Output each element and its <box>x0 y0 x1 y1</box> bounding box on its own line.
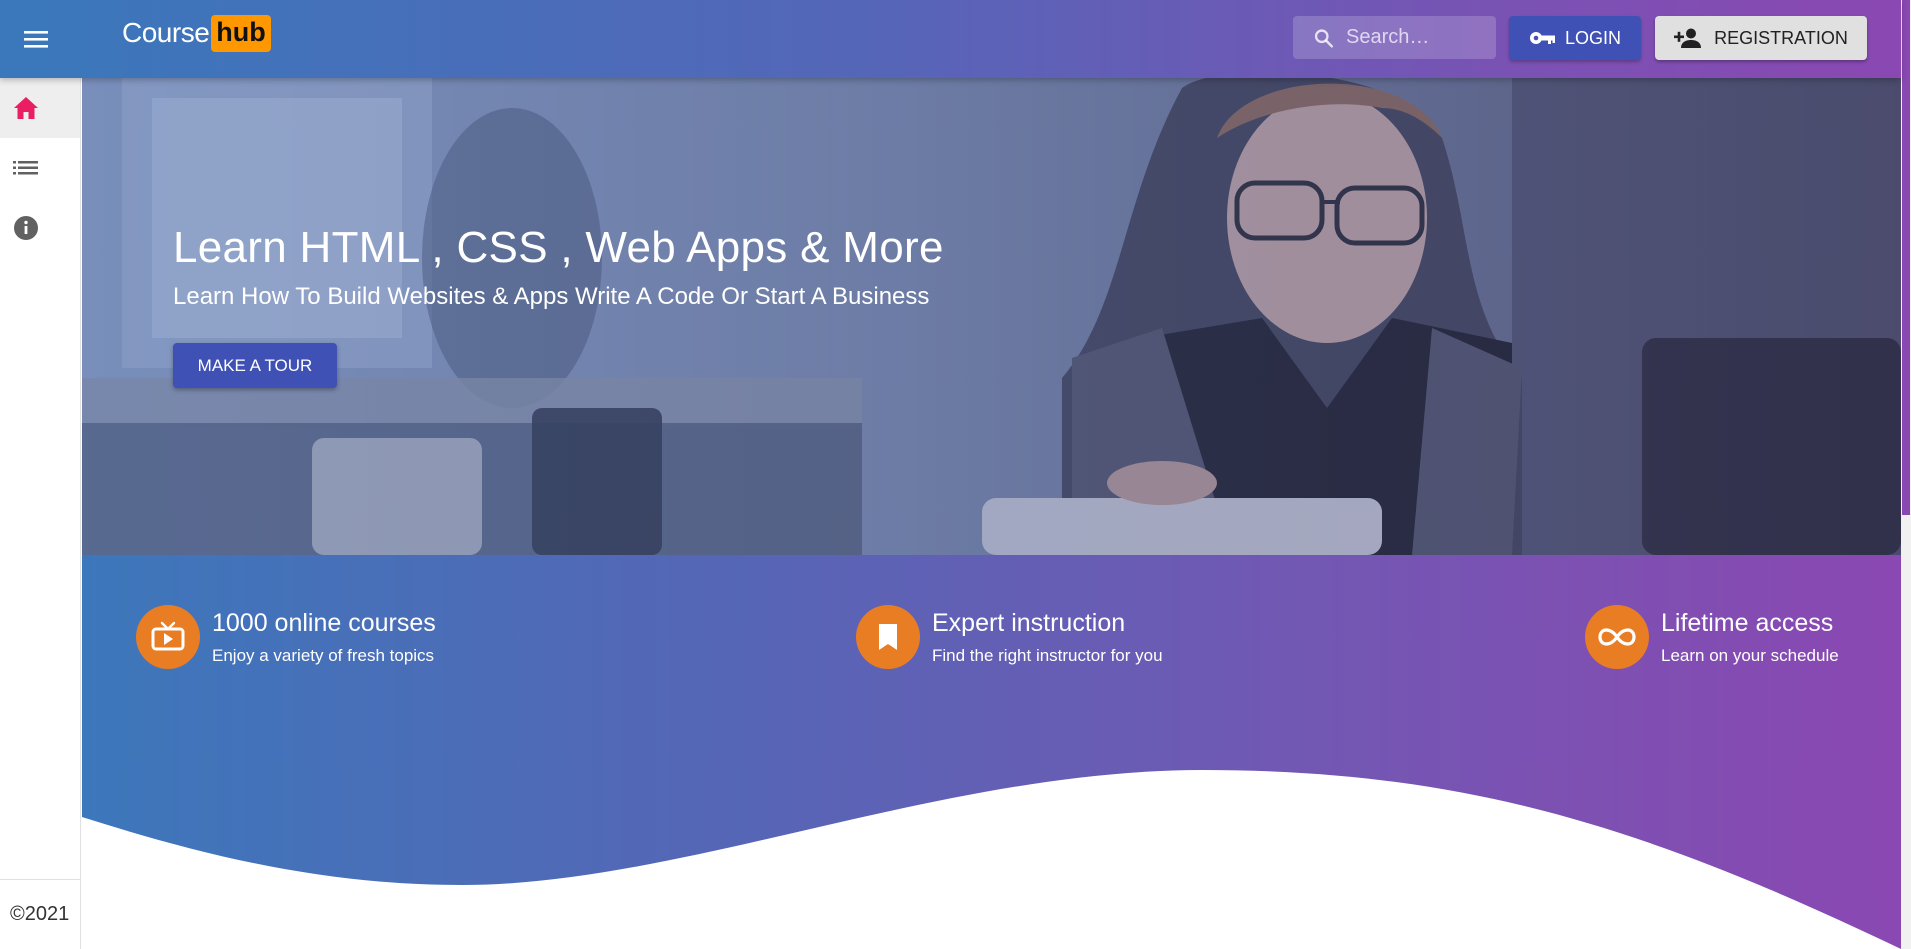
sidebar-item-courses[interactable] <box>0 138 80 198</box>
logo-text-course: Course <box>122 17 210 48</box>
list-icon <box>13 161 38 175</box>
search-box[interactable] <box>1293 16 1496 59</box>
info-icon <box>14 216 38 240</box>
key-icon <box>1529 32 1555 44</box>
make-a-tour-button[interactable]: MAKE A TOUR <box>173 343 337 388</box>
copyright-text: ©2021 <box>0 879 81 949</box>
hero-banner: Learn HTML , CSS , Web Apps & More Learn… <box>82 78 1901 555</box>
search-icon <box>1314 28 1334 48</box>
hero-subtitle: Learn How To Build Websites & Apps Write… <box>173 283 930 310</box>
menu-button[interactable] <box>18 22 54 56</box>
sidebar-item-home[interactable] <box>0 78 80 138</box>
features-section: 1000 online courses Enjoy a variety of f… <box>82 555 1901 949</box>
registration-label: REGISTRATION <box>1714 27 1848 48</box>
menu-icon <box>24 31 48 48</box>
sidebar: ©2021 <box>0 78 81 949</box>
page-scrollbar-thumb[interactable] <box>1902 0 1910 515</box>
registration-button[interactable]: REGISTRATION <box>1655 16 1867 60</box>
logo[interactable]: Course hub <box>122 10 271 56</box>
login-label: LOGIN <box>1564 27 1621 48</box>
app-bar: Course hub LOGIN REGISTRATION <box>0 0 1901 78</box>
search-input[interactable] <box>1346 23 1496 52</box>
sidebar-item-about[interactable] <box>0 198 80 258</box>
hero-title: Learn HTML , CSS , Web Apps & More <box>173 223 944 272</box>
hero-overlay <box>82 78 1901 555</box>
wave-divider <box>82 770 1901 949</box>
login-button[interactable]: LOGIN <box>1509 16 1641 60</box>
person-add-icon <box>1674 28 1702 48</box>
home-icon <box>14 97 38 119</box>
logo-text-hub: hub <box>211 14 271 52</box>
